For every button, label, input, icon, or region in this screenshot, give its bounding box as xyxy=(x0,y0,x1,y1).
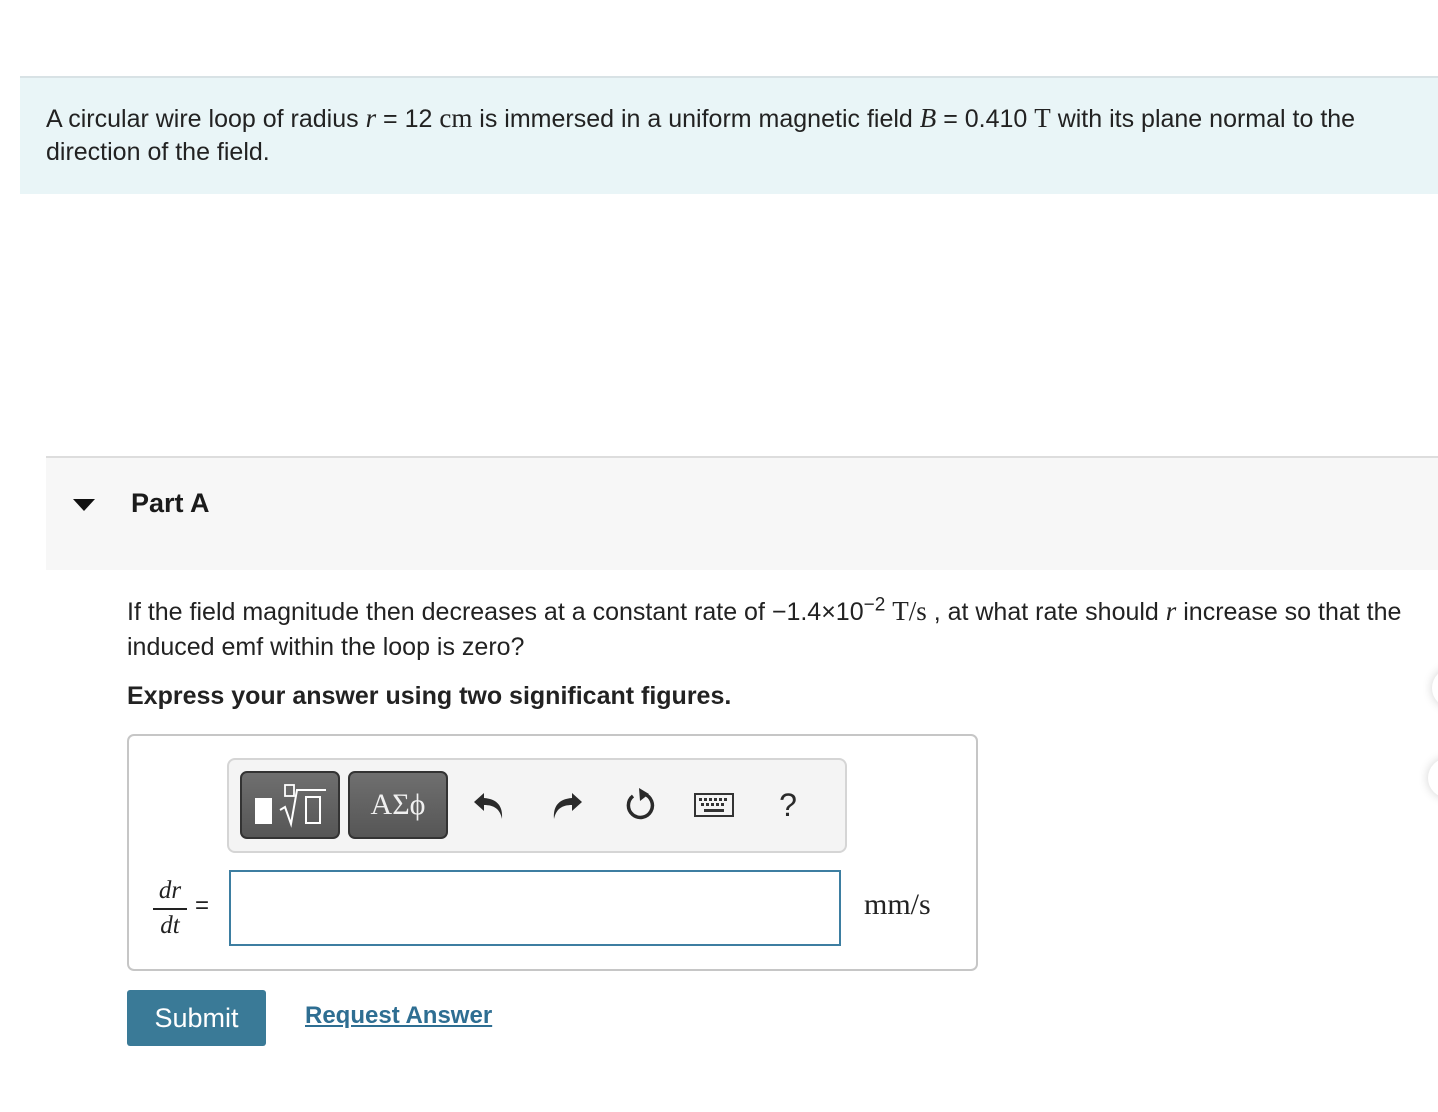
unit-T: T xyxy=(1034,103,1051,133)
fraction-bar xyxy=(153,908,187,910)
undo-button[interactable] xyxy=(467,782,513,828)
exponent: −2 xyxy=(863,594,886,616)
var-r: r xyxy=(365,103,377,133)
answer-box: ΑΣϕ ? dr dt = mm/s xyxy=(127,734,978,971)
problem-text: A circular wire loop of radius r = 12 cm… xyxy=(46,103,1356,166)
reset-icon xyxy=(626,788,655,820)
collapse-caret-icon[interactable] xyxy=(73,499,95,511)
side-widget-button[interactable] xyxy=(1432,668,1438,708)
question-text: If the field magnitude then decreases at… xyxy=(127,594,1402,661)
math-toolbar: ΑΣϕ ? xyxy=(227,758,847,853)
side-widget-button[interactable] xyxy=(1428,758,1438,798)
unit-cm: cm xyxy=(439,103,473,133)
answer-input[interactable] xyxy=(229,870,841,946)
request-answer-link[interactable]: Request Answer xyxy=(305,1002,492,1030)
problem-statement: A circular wire loop of radius r = 12 cm… xyxy=(20,76,1438,194)
var-r: r xyxy=(1165,596,1177,626)
var-B: B xyxy=(919,103,937,133)
greek-symbols-button[interactable]: ΑΣϕ xyxy=(348,771,448,839)
derivative-label: dr dt xyxy=(153,876,187,941)
greek-label: ΑΣϕ xyxy=(370,788,426,821)
redo-button[interactable] xyxy=(543,782,589,828)
templates-button[interactable] xyxy=(240,771,340,839)
help-label: ? xyxy=(779,786,797,823)
keyboard-button[interactable] xyxy=(691,782,737,828)
undo-icon xyxy=(474,793,503,819)
part-title: Part A xyxy=(131,488,210,518)
redo-icon xyxy=(553,793,582,819)
equals-sign: = xyxy=(195,892,210,919)
numerator: dr xyxy=(158,877,182,904)
keyboard-icon xyxy=(694,793,734,817)
help-button[interactable]: ? xyxy=(765,782,811,828)
rate-unit: T/s xyxy=(892,596,927,626)
instruction: Express your answer using two significan… xyxy=(127,682,732,710)
units-label: mm/s xyxy=(864,888,931,921)
templates-sqrt-icon xyxy=(255,784,326,828)
part-a-header[interactable]: Part A xyxy=(46,456,1438,570)
denominator: dt xyxy=(160,912,180,939)
submit-button[interactable]: Submit xyxy=(127,990,266,1046)
reset-button[interactable] xyxy=(617,782,663,828)
